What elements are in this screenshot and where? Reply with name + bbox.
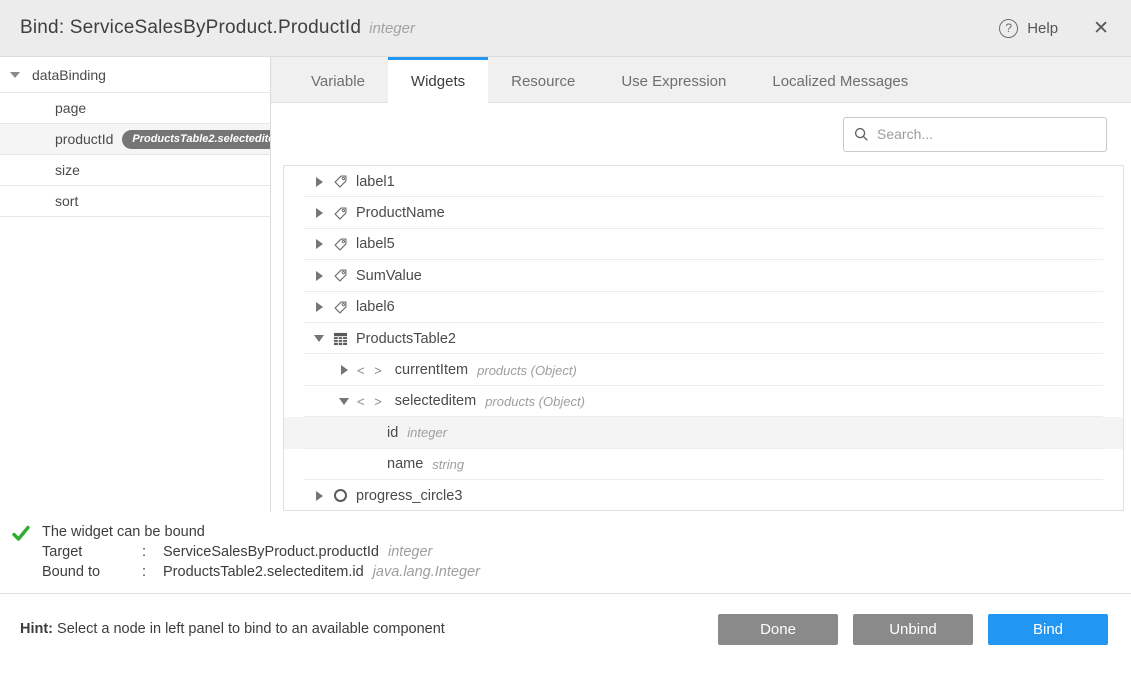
- tree-node-databinding[interactable]: dataBinding: [0, 57, 270, 93]
- tree-row-label: progress_circle3: [356, 488, 462, 504]
- status-boundto-label: Bound to: [42, 564, 142, 580]
- tree-row-type: products (Object): [477, 363, 577, 378]
- dialog-footer: Hint: Select a node in left panel to bin…: [0, 593, 1131, 676]
- binding-badge: ProductsTable2.selecteditem: [122, 130, 270, 149]
- tab-resource[interactable]: Resource: [488, 57, 598, 102]
- tree-row-label: label1: [356, 174, 395, 190]
- tree-node-sort[interactable]: sort: [0, 186, 270, 217]
- binding-target-panel: dataBinding page productId ProductsTable…: [0, 57, 271, 512]
- tree-row-label: id: [387, 425, 398, 441]
- tree-node-size[interactable]: size: [0, 155, 270, 186]
- tree-node-productid[interactable]: productId ProductsTable2.selecteditem: [0, 124, 270, 155]
- widgets-tree: label1 ProductName label5: [283, 165, 1124, 511]
- tree-row-selecteditem[interactable]: < > selecteditem products (Object): [284, 386, 1123, 417]
- help-icon[interactable]: ?: [999, 19, 1018, 38]
- table-icon: [332, 332, 348, 346]
- tag-icon: [332, 206, 348, 221]
- tree-row-type: string: [432, 457, 464, 472]
- progress-circle-icon: [332, 489, 348, 502]
- tree-row-label5[interactable]: label5: [284, 229, 1123, 260]
- tree-row-label: SumValue: [356, 268, 422, 284]
- tree-row-label: selecteditem: [395, 393, 476, 409]
- dialog-title: Bind: ServiceSalesByProduct.ProductId: [20, 17, 361, 39]
- status-colon: :: [142, 564, 163, 580]
- tag-icon: [332, 174, 348, 189]
- tree-row-name[interactable]: name string: [284, 449, 1123, 480]
- search-input[interactable]: [877, 126, 1096, 142]
- tree-row-label: label6: [356, 299, 395, 315]
- tree-row-sumvalue[interactable]: SumValue: [284, 260, 1123, 291]
- status-target-label: Target: [42, 544, 142, 560]
- tab-widgets[interactable]: Widgets: [388, 57, 488, 103]
- status-boundto-row: Bound to : ProductsTable2.selecteditem.i…: [42, 564, 480, 580]
- tree-node-label: page: [55, 100, 86, 116]
- tab-use-expression[interactable]: Use Expression: [598, 57, 749, 102]
- status-target-value: ServiceSalesByProduct.productId: [163, 544, 379, 560]
- chevron-down-icon[interactable]: [339, 398, 349, 405]
- status-target-row: Target : ServiceSalesByProduct.productId…: [42, 544, 480, 560]
- tree-row-label: label5: [356, 236, 395, 252]
- tree-node-label: sort: [55, 193, 78, 209]
- tag-icon: [332, 300, 348, 315]
- dialog-title-type: integer: [369, 20, 415, 37]
- code-brackets-icon: < >: [357, 363, 385, 378]
- done-button[interactable]: Done: [718, 614, 838, 645]
- tree-row-label: ProductsTable2: [356, 331, 456, 347]
- tag-icon: [332, 268, 348, 283]
- chevron-right-icon[interactable]: [314, 239, 324, 249]
- tab-bar: Variable Widgets Resource Use Expression…: [271, 57, 1131, 103]
- tree-row-label6[interactable]: label6: [284, 292, 1123, 323]
- tree-row-label: currentItem: [395, 362, 468, 378]
- tree-row-type: integer: [407, 425, 447, 440]
- close-icon[interactable]: ✕: [1093, 19, 1109, 38]
- status-colon: :: [142, 544, 163, 560]
- help-button[interactable]: Help: [1027, 20, 1058, 37]
- status-target-type: integer: [388, 544, 432, 560]
- tree-row-label1[interactable]: label1: [284, 166, 1123, 197]
- chevron-down-icon[interactable]: [10, 72, 20, 78]
- tree-row-progress-circle3[interactable]: progress_circle3: [284, 480, 1123, 511]
- tab-variable[interactable]: Variable: [288, 57, 388, 102]
- chevron-right-icon[interactable]: [314, 302, 324, 312]
- chevron-right-icon[interactable]: [314, 271, 324, 281]
- tag-icon: [332, 237, 348, 252]
- tree-node-label: size: [55, 162, 80, 178]
- chevron-right-icon[interactable]: [314, 208, 324, 218]
- chevron-right-icon[interactable]: [339, 365, 349, 375]
- status-message: The widget can be bound: [42, 524, 480, 540]
- tab-localized-messages[interactable]: Localized Messages: [749, 57, 931, 102]
- tree-node-label: dataBinding: [32, 67, 106, 83]
- tree-node-label: productId: [55, 131, 113, 147]
- dialog-header: Bind: ServiceSalesByProduct.ProductId in…: [0, 0, 1131, 57]
- code-brackets-icon: < >: [357, 394, 385, 409]
- unbind-button[interactable]: Unbind: [853, 614, 973, 645]
- tree-row-productname[interactable]: ProductName: [284, 197, 1123, 228]
- binding-status: The widget can be bound Target : Service…: [0, 512, 1131, 593]
- bind-button[interactable]: Bind: [988, 614, 1108, 645]
- bind-dialog: Bind: ServiceSalesByProduct.ProductId in…: [0, 0, 1131, 676]
- chevron-right-icon[interactable]: [314, 491, 324, 501]
- tree-row-type: products (Object): [485, 394, 585, 409]
- tree-row-label: ProductName: [356, 205, 445, 221]
- tree-row-id[interactable]: id integer: [284, 417, 1123, 448]
- chevron-right-icon[interactable]: [314, 177, 324, 187]
- tree-row-currentitem[interactable]: < > currentItem products (Object): [284, 354, 1123, 385]
- status-boundto-value: ProductsTable2.selecteditem.id: [163, 564, 364, 580]
- hint-text: Hint: Select a node in left panel to bin…: [20, 621, 445, 637]
- search-row: [271, 103, 1131, 165]
- chevron-down-icon[interactable]: [314, 335, 324, 342]
- search-icon: [854, 127, 869, 142]
- tree-row-label: name: [387, 456, 423, 472]
- tree-row-productstable2[interactable]: ProductsTable2: [284, 323, 1123, 354]
- tree-node-page[interactable]: page: [0, 93, 270, 124]
- hint-label: Hint:: [20, 621, 53, 637]
- search-box[interactable]: [843, 117, 1107, 152]
- success-check-icon: [12, 524, 42, 593]
- status-boundto-type: java.lang.Integer: [373, 564, 480, 580]
